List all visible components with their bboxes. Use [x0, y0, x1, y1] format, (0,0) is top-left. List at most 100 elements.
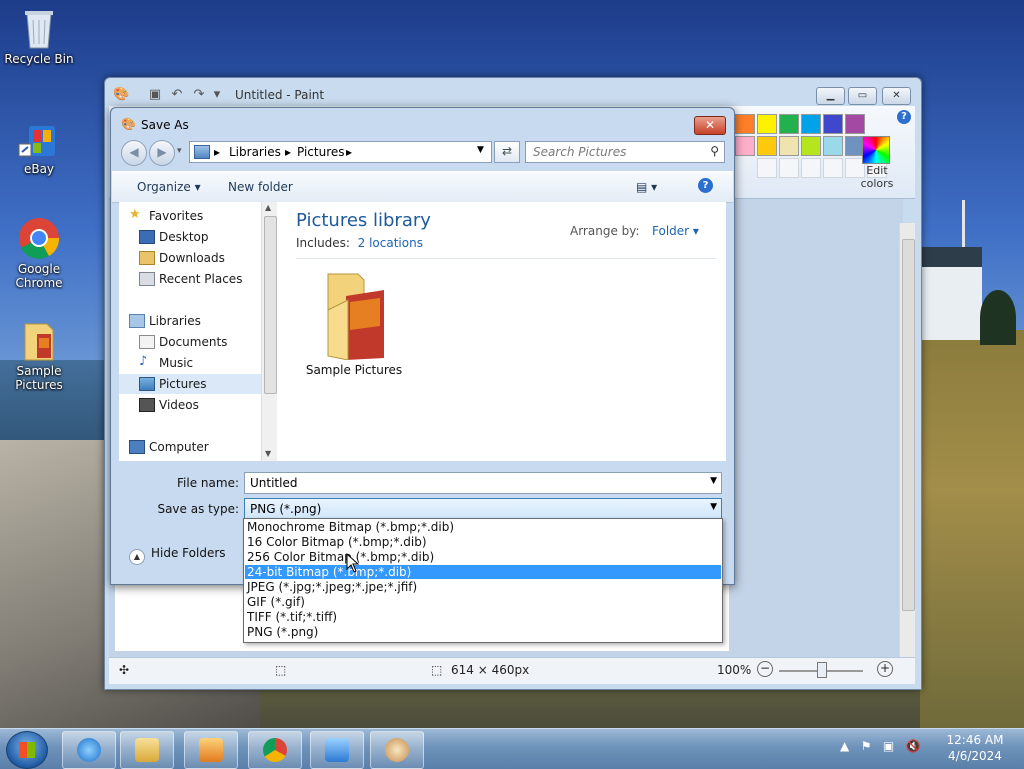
type-option[interactable]: Monochrome Bitmap (*.bmp;*.dib): [245, 520, 721, 534]
taskbar-chrome[interactable]: [248, 731, 302, 769]
back-button[interactable]: ◀: [121, 140, 147, 166]
navigation-scrollbar[interactable]: ▲ ▼: [261, 202, 277, 461]
show-hidden-icons-icon[interactable]: ▲: [840, 739, 849, 753]
minimize-button[interactable]: ▁: [816, 87, 845, 105]
recent-locations-chevron-icon[interactable]: ▾: [177, 146, 182, 156]
forward-button[interactable]: ▶: [149, 140, 175, 166]
nav-recent-places[interactable]: Recent Places: [119, 269, 261, 289]
desktop-icon-sample-pictures[interactable]: Sample Pictures: [1, 318, 77, 392]
zoom-out-button[interactable]: −: [757, 661, 773, 677]
dialog-content: ★ Favorites Desktop Downloads Recent Pla…: [119, 202, 726, 461]
empty-color-swatch[interactable]: [757, 158, 777, 178]
start-button[interactable]: [6, 731, 48, 769]
paint-app-icon[interactable]: 🎨: [113, 87, 129, 103]
type-option-highlighted[interactable]: 24-bit Bitmap (*.bmp;*.dib): [245, 565, 721, 579]
color-swatch[interactable]: [801, 114, 821, 134]
taskbar-internet-explorer[interactable]: [62, 731, 116, 769]
desktop-icon-google-chrome[interactable]: Google Chrome: [1, 216, 77, 290]
type-option[interactable]: PNG (*.png): [245, 625, 721, 639]
empty-color-swatch[interactable]: [779, 158, 799, 178]
volume-muted-icon[interactable]: 🔇: [906, 739, 921, 753]
scroll-down-icon[interactable]: ▼: [265, 449, 271, 458]
canvas-size-icon: ⬚: [431, 663, 443, 677]
hide-folders-button[interactable]: ▲ Hide Folders: [129, 546, 226, 565]
desktop-icon-label: Google Chrome: [15, 262, 63, 290]
search-box[interactable]: Search Pictures ⚲: [525, 141, 725, 163]
nav-desktop[interactable]: Desktop: [119, 227, 261, 247]
type-option[interactable]: 16 Color Bitmap (*.bmp;*.dib): [245, 535, 721, 549]
maximize-button[interactable]: ▭: [848, 87, 877, 105]
arrange-by-dropdown[interactable]: Folder ▾: [652, 224, 699, 238]
star-icon: ★: [129, 207, 141, 222]
color-swatch[interactable]: [735, 114, 755, 134]
help-icon[interactable]: ?: [698, 178, 713, 193]
help-icon[interactable]: ?: [897, 110, 911, 124]
breadcrumb-pictures[interactable]: Pictures: [297, 145, 345, 159]
color-swatch[interactable]: [779, 136, 799, 156]
address-bar[interactable]: ▸ Libraries ▸ Pictures ▸ ▼: [189, 141, 492, 163]
color-swatch[interactable]: [735, 136, 755, 156]
empty-color-swatch[interactable]: [823, 158, 843, 178]
breadcrumb-libraries[interactable]: Libraries: [229, 145, 281, 159]
view-options-icon[interactable]: ▤ ▾: [636, 180, 657, 194]
nav-videos[interactable]: Videos: [119, 395, 261, 415]
color-swatch[interactable]: [823, 114, 843, 134]
search-input[interactable]: Search Pictures: [533, 145, 626, 159]
taskbar-media-player[interactable]: [184, 731, 238, 769]
desktop-icon-ebay[interactable]: eBay: [1, 116, 77, 176]
undo-icon[interactable]: ↶: [169, 87, 185, 103]
customize-toolbar-icon[interactable]: ▾: [209, 87, 225, 103]
color-swatch[interactable]: [845, 114, 865, 134]
scroll-up-icon[interactable]: ▲: [265, 203, 271, 212]
command-bar: Organize ▾ New folder ▤ ▾ ?: [112, 171, 733, 203]
save-as-type-select[interactable]: PNG (*.png) ▼: [244, 498, 722, 520]
vertical-scrollbar[interactable]: [899, 223, 915, 657]
nav-computer[interactable]: Computer: [119, 437, 261, 457]
dialog-close-button[interactable]: ✕: [694, 116, 726, 135]
nav-favorites[interactable]: ★ Favorites: [119, 206, 261, 226]
type-option[interactable]: TIFF (*.tif;*.tiff): [245, 610, 721, 624]
edit-colors-button[interactable]: Edit colors: [857, 164, 897, 190]
taskbar-file-explorer[interactable]: [120, 731, 174, 769]
redo-icon[interactable]: ↷: [191, 87, 207, 103]
breadcrumb-separator-icon: ▸: [285, 145, 292, 159]
folder-item[interactable]: Sample Pictures: [304, 270, 404, 377]
color-swatch[interactable]: [823, 136, 843, 156]
color-swatch[interactable]: [779, 114, 799, 134]
recent-places-icon: [139, 272, 155, 286]
type-option[interactable]: GIF (*.gif): [245, 595, 721, 609]
refresh-button[interactable]: ⇄: [494, 141, 520, 163]
computer-icon: [129, 440, 145, 454]
nav-documents[interactable]: Documents: [119, 332, 261, 352]
clock[interactable]: 12:46 AM 4/6/2024: [940, 732, 1010, 764]
type-option[interactable]: JPEG (*.jpg;*.jpeg;*.jpe;*.jfif): [245, 580, 721, 594]
organize-button[interactable]: Organize ▾: [137, 180, 201, 194]
color-swatch[interactable]: [757, 136, 777, 156]
locations-link[interactable]: 2 locations: [358, 236, 423, 250]
network-icon[interactable]: ▣: [883, 739, 894, 753]
file-name-input[interactable]: Untitled ▼: [244, 472, 722, 494]
type-option[interactable]: 256 Color Bitmap (*.bmp;*.dib): [245, 550, 721, 564]
folder-icon: [17, 318, 61, 362]
taskbar-paint[interactable]: [370, 731, 424, 769]
address-dropdown-icon[interactable]: ▼: [477, 145, 484, 155]
zoom-slider-thumb[interactable]: [817, 662, 827, 678]
close-button[interactable]: ✕: [882, 87, 911, 105]
nav-pictures[interactable]: Pictures: [119, 374, 261, 394]
desktop-icon-recycle-bin[interactable]: Recycle Bin: [1, 6, 77, 66]
action-center-flag-icon[interactable]: ⚑: [861, 739, 872, 753]
arrange-by-label: Arrange by:: [570, 224, 640, 238]
color-swatch[interactable]: [801, 136, 821, 156]
nav-downloads[interactable]: Downloads: [119, 248, 261, 268]
chevron-down-icon[interactable]: ▼: [710, 502, 717, 512]
taskbar-control-panel[interactable]: [310, 731, 364, 769]
nav-music[interactable]: ♪ Music: [119, 353, 261, 373]
color-swatch[interactable]: [757, 114, 777, 134]
zoom-in-button[interactable]: +: [877, 661, 893, 677]
nav-libraries[interactable]: Libraries: [119, 311, 261, 331]
chevron-down-icon[interactable]: ▼: [710, 476, 717, 486]
libraries-icon: [129, 314, 145, 328]
new-folder-button[interactable]: New folder: [228, 180, 293, 194]
empty-color-swatch[interactable]: [801, 158, 821, 178]
save-icon[interactable]: ▣: [147, 87, 163, 103]
